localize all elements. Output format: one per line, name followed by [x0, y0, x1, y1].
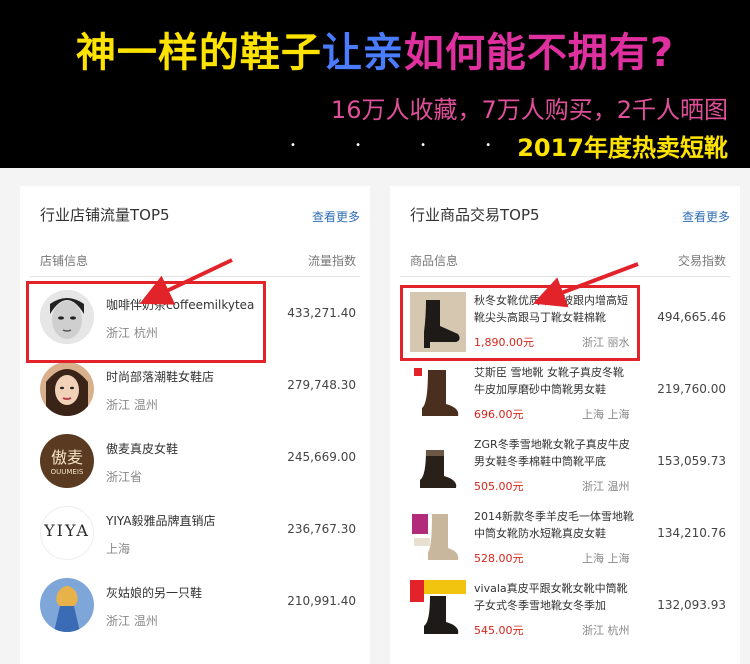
store-name: 傲麦真皮女鞋 — [106, 442, 179, 456]
product-thumbnail — [410, 508, 466, 568]
headline-part-3: 如何能不拥有? — [403, 30, 675, 76]
panel-title: 行业店铺流量TOP5 — [40, 206, 170, 224]
product-price: 505.00元 — [474, 480, 524, 493]
product-name: vivala真皮平跟女靴女靴中筒靴子女式冬季雪地靴女冬季加 — [474, 582, 628, 612]
store-row[interactable]: 傲麦 OUUMEIS 傲麦真皮女鞋 浙江省 245,669.00 — [20, 426, 370, 498]
product-name: ZGR冬季雪地靴女靴子真皮牛皮男女鞋冬季棉鞋中筒靴平底 — [474, 438, 630, 468]
col-traffic-index: 流量指数 — [307, 254, 356, 268]
traffic-index: 433,271.40 — [287, 306, 356, 320]
highlight-box-top-store — [26, 281, 266, 363]
store-name: 时尚部落潮鞋女鞋店 — [106, 370, 215, 384]
product-name: 2014新款冬季羊皮毛一体雪地靴中筒女靴防水短靴真皮女鞋 — [474, 510, 634, 540]
store-name: 灰姑娘的另一只鞋 — [106, 586, 203, 600]
col-sales-index: 交易指数 — [677, 254, 726, 268]
product-thumbnail — [410, 364, 466, 424]
view-more-link[interactable]: 查看更多 — [682, 208, 730, 225]
product-location: 浙江 杭州 — [582, 624, 630, 637]
traffic-index: 279,748.30 — [287, 378, 356, 392]
product-row[interactable]: vivala真皮平跟女靴女靴中筒靴子女式冬季雪地靴女冬季加 545.00元 浙江… — [390, 574, 740, 646]
banner-decorative-dots: • • • • — [290, 140, 520, 151]
banner-subline: 16万人收藏，7万人购买，2千人晒图 — [330, 96, 728, 124]
store-location: 浙江省 — [106, 470, 143, 484]
sales-index: 219,760.00 — [657, 382, 726, 396]
divider — [400, 276, 730, 277]
store-row[interactable]: 时尚部落潮鞋女鞋店 浙江 温州 279,748.30 — [20, 354, 370, 426]
content-area: 行业店铺流量TOP5 查看更多 店铺信息 流量指数 咖啡伴奶茶coffeemil… — [0, 168, 750, 664]
product-location: 上海 上海 — [582, 552, 630, 565]
sales-index: 153,059.73 — [657, 454, 726, 468]
product-sales-panel: 行业商品交易TOP5 查看更多 商品信息 交易指数 秋冬女靴优质牛皮坡跟内增高短… — [390, 186, 740, 664]
store-location: 浙江 温州 — [106, 398, 158, 412]
product-row[interactable]: ZGR冬季雪地靴女靴子真皮牛皮男女鞋冬季棉鞋中筒靴平底 505.00元 浙江 温… — [390, 430, 740, 502]
store-location: 浙江 温州 — [106, 614, 158, 628]
divider — [30, 276, 360, 277]
traffic-index: 210,991.40 — [287, 594, 356, 608]
banner-year-line: 2017年度热卖短靴 — [517, 134, 728, 162]
store-row[interactable]: 灰姑娘的另一只鞋 浙江 温州 210,991.40 — [20, 570, 370, 642]
product-name: 艾斯臣 雪地靴 女靴子真皮冬靴牛皮加厚磨砂中筒靴男女鞋 — [474, 366, 624, 396]
store-avatar — [40, 578, 94, 632]
traffic-index: 236,767.30 — [287, 522, 356, 536]
col-product-info: 商品信息 — [410, 254, 459, 268]
product-row[interactable]: 艾斯臣 雪地靴 女靴子真皮冬靴牛皮加厚磨砂中筒靴男女鞋 696.00元 上海 上… — [390, 358, 740, 430]
highlight-box-top-product — [400, 285, 640, 361]
product-price: 696.00元 — [474, 408, 524, 421]
product-thumbnail — [410, 580, 466, 640]
store-avatar: YIYA — [40, 506, 94, 560]
store-logo-subtext: OUUMEIS — [50, 468, 84, 476]
product-price: 545.00元 — [474, 624, 524, 637]
panel-title: 行业商品交易TOP5 — [410, 206, 540, 224]
column-header: 店铺信息 流量指数 — [20, 252, 370, 272]
product-location: 上海 上海 — [582, 408, 630, 421]
product-thumbnail — [410, 436, 466, 496]
sales-index: 134,210.76 — [657, 526, 726, 540]
col-store-info: 店铺信息 — [40, 254, 89, 268]
store-avatar — [40, 362, 94, 416]
sales-index: 132,093.93 — [657, 598, 726, 612]
store-row[interactable]: YIYA YIYA毅雅品牌直销店 上海 236,767.30 — [20, 498, 370, 570]
product-location: 浙江 温州 — [582, 480, 630, 493]
store-logo-text: 傲麦 — [50, 448, 83, 467]
product-price: 528.00元 — [474, 552, 524, 565]
store-location: 上海 — [106, 542, 131, 556]
store-traffic-panel: 行业店铺流量TOP5 查看更多 店铺信息 流量指数 咖啡伴奶茶coffeemil… — [20, 186, 370, 664]
store-avatar: 傲麦 OUUMEIS — [40, 434, 94, 488]
traffic-index: 245,669.00 — [287, 450, 356, 464]
column-header: 商品信息 交易指数 — [390, 252, 740, 272]
store-name: YIYA毅雅品牌直销店 — [106, 514, 216, 528]
headline-part-2: 让亲 — [321, 30, 404, 76]
product-row[interactable]: 2014新款冬季羊皮毛一体雪地靴中筒女靴防水短靴真皮女鞋 528.00元 上海 … — [390, 502, 740, 574]
store-logo-text: YIYA — [44, 521, 90, 540]
banner-headline: 神一样的鞋子让亲如何能不拥有? — [0, 20, 750, 78]
promo-banner: 神一样的鞋子让亲如何能不拥有? 16万人收藏，7万人购买，2千人晒图 • • •… — [0, 0, 750, 168]
view-more-link[interactable]: 查看更多 — [312, 208, 360, 225]
sales-index: 494,665.46 — [657, 310, 726, 324]
headline-part-1: 神一样的鞋子 — [75, 30, 322, 76]
